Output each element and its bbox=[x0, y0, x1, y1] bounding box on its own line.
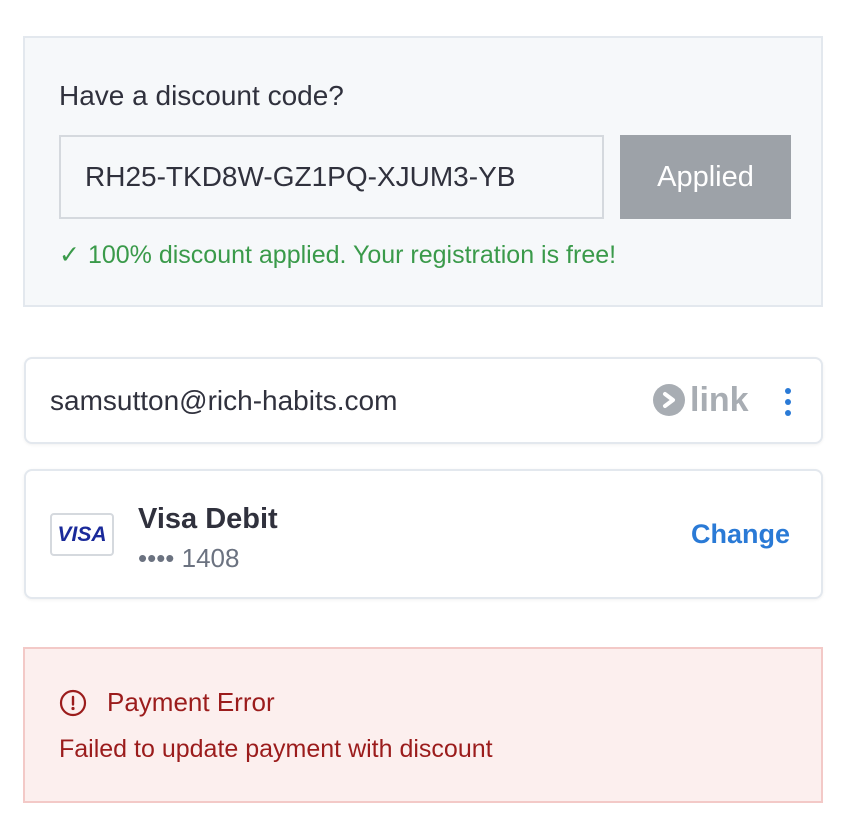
link-arrow-icon bbox=[653, 384, 685, 416]
card-name: Visa Debit bbox=[138, 503, 278, 535]
change-payment-link[interactable]: Change bbox=[691, 519, 790, 550]
check-icon: ✓ bbox=[59, 241, 80, 269]
card-number: •••• 1408 bbox=[138, 543, 240, 573]
discount-success-message: ✓ 100% discount applied. Your registratio… bbox=[59, 240, 616, 270]
success-text: 100% discount applied. Your registration… bbox=[87, 241, 617, 269]
discount-code-panel: Have a discount code? Applied ✓100% disc… bbox=[23, 36, 823, 307]
discount-code-input[interactable] bbox=[59, 135, 604, 219]
link-logo: link bbox=[653, 383, 749, 417]
discount-title: Have a discount code? bbox=[59, 80, 344, 111]
payment-error-panel: Payment Error Failed to update payment w… bbox=[23, 647, 823, 803]
alert-circle-icon bbox=[59, 689, 87, 717]
link-wordmark: link bbox=[690, 381, 749, 419]
link-account-card[interactable]: samsutton@rich-habits.com link bbox=[24, 357, 823, 444]
error-title: Payment Error bbox=[107, 687, 275, 717]
link-email: samsutton@rich-habits.com bbox=[50, 385, 398, 416]
error-message: Failed to update payment with discount bbox=[59, 735, 493, 763]
applied-button[interactable]: Applied bbox=[620, 135, 791, 219]
visa-card-icon: VISA bbox=[50, 513, 114, 556]
visa-badge-text: VISA bbox=[57, 522, 107, 546]
payment-method-card: VISA Visa Debit •••• 1408 Change bbox=[24, 469, 823, 599]
kebab-menu-icon[interactable] bbox=[783, 388, 793, 416]
